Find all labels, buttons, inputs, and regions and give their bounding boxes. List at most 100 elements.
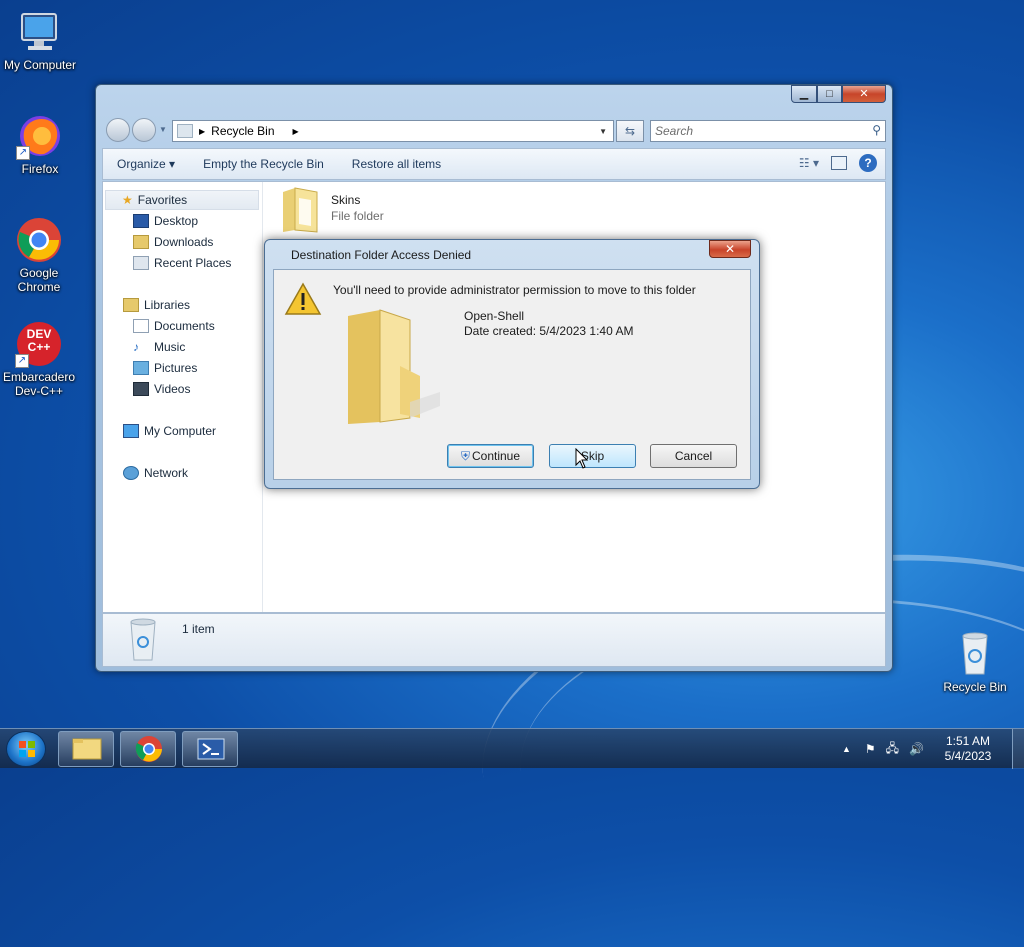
clock-time: 1:51 AM (945, 734, 991, 748)
desktop-icon-devcpp[interactable]: DEV C++ ↗ Embarcadero Dev-C++ (0, 320, 79, 398)
show-desktop-button[interactable] (1012, 729, 1024, 769)
window-controls: ▁ □ ✕ (791, 85, 886, 103)
search-icon: ⚲ (872, 123, 881, 137)
desktop-icon-recycle-bin[interactable]: Recycle Bin (935, 630, 1015, 694)
explorer-folder-icon (72, 738, 102, 760)
search-input[interactable]: Search ⚲ (650, 120, 886, 142)
warning-icon (284, 282, 322, 319)
pictures-icon (133, 361, 149, 375)
devcpp-icon: DEV C++ ↗ (15, 320, 63, 368)
nav-network[interactable]: Network (123, 466, 188, 480)
search-placeholder: Search (655, 124, 694, 138)
help-icon[interactable]: ? (859, 154, 877, 172)
chrome-icon (15, 216, 63, 264)
empty-recycle-bin-button[interactable]: Empty the Recycle Bin (189, 157, 338, 171)
desktop-icon-chrome[interactable]: Google Chrome (0, 216, 79, 294)
volume-icon[interactable]: 🔊 (909, 742, 924, 756)
network-tray-icon[interactable]: 🖧 (886, 739, 899, 760)
start-button[interactable] (6, 731, 46, 767)
minimize-button[interactable]: ▁ (791, 85, 817, 103)
file-name: Skins (331, 193, 361, 207)
desktop-icon-label: Google Chrome (17, 266, 61, 294)
nav-pictures[interactable]: Pictures (133, 361, 197, 375)
change-view-icon[interactable]: ☷ ▾ (799, 156, 819, 170)
nav-desktop[interactable]: Desktop (133, 214, 198, 228)
libraries-icon (123, 298, 139, 312)
cancel-button[interactable]: Cancel (650, 444, 737, 468)
file-type: File folder (331, 209, 384, 223)
shortcut-arrow-icon: ↗ (16, 146, 30, 160)
restore-all-button[interactable]: Restore all items (338, 157, 455, 171)
nav-recent-places[interactable]: Recent Places (133, 256, 231, 270)
command-bar: Organize ▾ Empty the Recycle Bin Restore… (102, 148, 886, 180)
dialog-close-button[interactable]: ✕ (709, 240, 751, 258)
clock-date: 5/4/2023 (944, 749, 992, 763)
breadcrumb-separator-icon[interactable]: ▶ (199, 127, 205, 136)
dialog-item-name: Open-Shell (464, 309, 525, 323)
skip-button[interactable]: Skip (549, 444, 636, 468)
address-dropdown-icon[interactable]: ▼ (599, 127, 607, 136)
address-bar[interactable]: ▶ Recycle Bin ▶ ▼ (172, 120, 614, 142)
nav-documents[interactable]: Documents (133, 319, 215, 333)
nav-favorites[interactable]: ★ Favorites (105, 190, 259, 210)
breadcrumb-separator-icon[interactable]: ▶ (293, 127, 299, 136)
file-item-skins[interactable]: Skins File folder (281, 186, 384, 237)
details-pane: 1 item (102, 613, 886, 667)
file-meta: Skins File folder (331, 186, 384, 237)
desktop-icon-label: Firefox (21, 162, 59, 176)
desktop-icon-label: My Computer (3, 58, 77, 72)
taskbar: ▲ ⚑ 🖧 🔊 1:51 AM 5/4/2023 (0, 728, 1024, 769)
desktop-icon-label: Embarcadero Dev-C++ (2, 370, 76, 398)
downloads-folder-icon (133, 235, 149, 249)
desktop-icon-label: Recycle Bin (943, 680, 1007, 694)
network-icon (123, 466, 139, 480)
computer-icon (16, 8, 64, 56)
nav-downloads[interactable]: Downloads (133, 235, 213, 249)
item-count: 1 item (182, 622, 215, 636)
nav-videos[interactable]: Videos (133, 382, 190, 396)
desktop-folder-icon (133, 214, 149, 228)
taskbar-chrome-button[interactable] (120, 731, 176, 767)
preview-pane-icon[interactable] (831, 156, 847, 170)
show-hidden-icons-icon[interactable]: ▲ (842, 744, 851, 754)
back-button[interactable] (106, 118, 130, 142)
nav-my-computer[interactable]: My Computer (123, 424, 216, 438)
large-folder-icon (340, 306, 450, 433)
dialog-body: You'll need to provide administrator per… (273, 269, 751, 480)
documents-icon (133, 319, 149, 333)
refresh-button[interactable]: ⇆ (616, 120, 644, 142)
forward-button[interactable] (132, 118, 156, 142)
navigation-row: ▼ ▶ Recycle Bin ▶ ▼ ⇆ Search ⚲ (104, 117, 886, 143)
windows-logo-icon (19, 741, 35, 757)
recycle-bin-details-icon (125, 618, 161, 665)
desktop-icon-firefox[interactable]: ↗ Firefox (0, 112, 80, 176)
videos-icon (133, 382, 149, 396)
recycle-bin-icon (951, 630, 999, 678)
shortcut-arrow-icon: ↗ (15, 354, 29, 368)
navigation-pane: ★ Favorites Desktop Downloads Recent Pla… (103, 182, 263, 612)
recycle-bin-small-icon (177, 124, 193, 138)
view-controls: ☷ ▾ ? (799, 154, 877, 172)
desktop-icon-my-computer[interactable]: My Computer (0, 8, 80, 72)
music-icon: ♪ (133, 340, 139, 354)
taskbar-explorer-button[interactable] (58, 731, 114, 767)
nav-music[interactable]: ♪ Music (133, 340, 185, 354)
clock[interactable]: 1:51 AM 5/4/2023 (938, 734, 998, 764)
uac-shield-icon: ⛨ (460, 449, 470, 463)
access-denied-dialog: Destination Folder Access Denied ✕ You'l… (264, 239, 760, 489)
organize-button[interactable]: Organize ▾ (103, 157, 189, 171)
dialog-message: You'll need to provide administrator per… (333, 283, 696, 297)
action-center-flag-icon[interactable]: ⚑ (865, 742, 876, 756)
maximize-button[interactable]: □ (817, 85, 842, 103)
nav-libraries[interactable]: Libraries (123, 298, 190, 312)
firefox-icon: ↗ (16, 112, 64, 160)
recent-pages-arrow-icon[interactable]: ▼ (159, 125, 167, 134)
star-icon: ★ (122, 193, 133, 207)
devcpp-logo-text: DEV C++ (26, 327, 52, 354)
breadcrumb-recycle-bin[interactable]: Recycle Bin (211, 124, 274, 138)
powershell-icon (197, 738, 225, 760)
dialog-title: Destination Folder Access Denied (291, 248, 472, 262)
taskbar-powershell-button[interactable] (182, 731, 238, 767)
continue-button[interactable]: ⛨ Continue (447, 444, 534, 468)
close-button[interactable]: ✕ (842, 85, 886, 103)
